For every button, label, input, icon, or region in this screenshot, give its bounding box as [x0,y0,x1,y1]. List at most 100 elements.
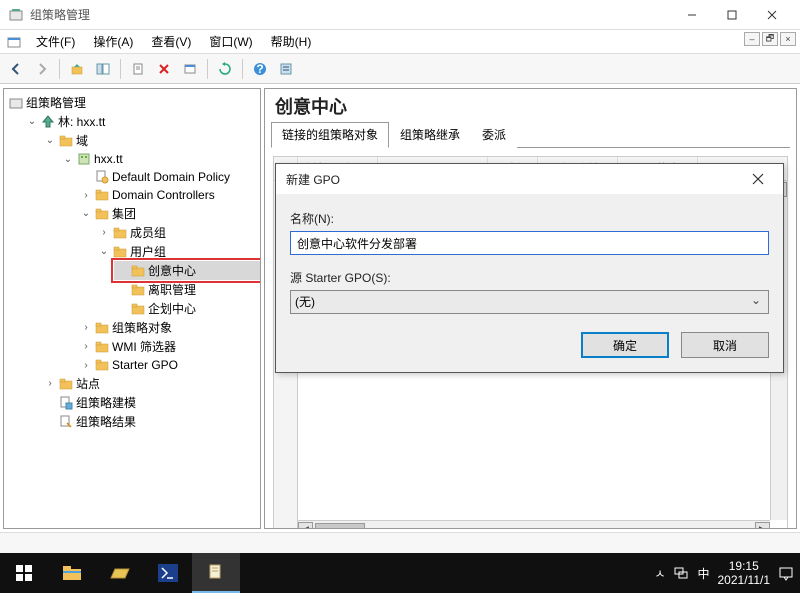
ou-icon [130,282,146,298]
tree-label: 企划中心 [148,300,196,317]
tray-network-icon[interactable] [673,566,689,580]
ou-icon [94,206,110,222]
tree-sites[interactable]: › 站点 [42,374,260,393]
tray-time: 19:15 [718,559,771,573]
forward-button[interactable] [30,57,54,81]
scroll-left-icon[interactable]: ◀ [298,522,313,530]
mdi-minimize-button[interactable]: – [744,32,760,46]
expand-icon[interactable]: › [98,227,110,239]
tree-domain[interactable]: ⌄ hxx.tt [60,150,260,168]
tree-results[interactable]: 组策略结果 [42,412,260,431]
collapse-icon[interactable]: ⌄ [62,153,74,165]
tree-label: 组策略管理 [26,94,86,111]
folder-icon [94,339,110,355]
ou-icon [130,301,146,317]
refresh-button[interactable] [213,57,237,81]
tree-members-ou[interactable]: › 成员组 [96,223,260,242]
mmc-icon [6,34,22,50]
console-tree[interactable]: 组策略管理 ⌄ 林: hxx.tt ⌄ 域 ⌄ [3,88,261,529]
statusbar [0,532,800,553]
tray-ime[interactable]: 中 [697,565,709,582]
menu-window[interactable]: 窗口(W) [201,30,260,53]
tree-ddp[interactable]: Default Domain Policy [78,168,260,186]
menu-file[interactable]: 文件(F) [28,30,83,53]
tree-forest[interactable]: ⌄ 林: hxx.tt [24,112,260,131]
tree-wmi[interactable]: › WMI 筛选器 [78,337,260,356]
collapse-icon[interactable]: ⌄ [44,135,56,147]
new-window-button[interactable] [178,57,202,81]
properties-button[interactable] [126,57,150,81]
expand-icon[interactable]: › [80,341,92,353]
tree-creative-center[interactable]: 创意中心 [114,261,260,280]
expand-icon[interactable]: › [44,378,56,390]
dialog-title: 新建 GPO [286,171,340,188]
expand-icon[interactable]: › [80,189,92,201]
show-hide-tree-button[interactable] [91,57,115,81]
task-powershell[interactable] [144,553,192,593]
mdi-restore-button[interactable]: 🗗 [762,32,778,46]
maximize-button[interactable] [712,1,752,29]
cancel-button[interactable]: 取消 [681,332,769,358]
horizontal-scrollbar[interactable]: ◀ ▶ [298,520,770,529]
tabstrip: 链接的组策略对象 组策略继承 委派 [271,121,790,148]
gpm-icon [8,95,24,111]
delete-button[interactable] [152,57,176,81]
tree-domains[interactable]: ⌄ 域 [42,131,260,150]
menu-view[interactable]: 查看(V) [143,30,199,53]
scroll-thumb[interactable] [315,523,365,530]
tree-dc[interactable]: › Domain Controllers [78,186,260,204]
tree-starter-gpo[interactable]: › Starter GPO [78,356,260,374]
modeling-icon [58,395,74,411]
up-button[interactable] [65,57,89,81]
scroll-right-icon[interactable]: ▶ [755,522,770,530]
back-button[interactable] [4,57,28,81]
tray-date: 2021/11/1 [718,573,771,587]
task-gpmc[interactable] [192,553,240,593]
tab-inheritance[interactable]: 组策略继承 [389,122,471,148]
tree-label: 林: hxx.tt [58,113,105,130]
tab-linked-gpos[interactable]: 链接的组策略对象 [271,122,389,148]
expand-icon[interactable]: › [80,322,92,334]
tray-up-icon[interactable]: ㅅ [654,565,665,582]
tree-label: 创意中心 [148,262,196,279]
tree-ent-center[interactable]: 企划中心 [114,299,260,318]
tree-label: 域 [76,132,88,149]
tree-root[interactable]: 组策略管理 [6,93,260,112]
menu-action[interactable]: 操作(A) [85,30,141,53]
tray-notifications-icon[interactable] [778,565,794,581]
minimize-button[interactable] [672,1,712,29]
tree-leave-mgmt[interactable]: 离职管理 [114,280,260,299]
gpo-link-icon [94,169,110,185]
collapse-icon[interactable]: ⌄ [26,116,38,128]
mdi-close-button[interactable]: × [780,32,796,46]
tree-label: 站点 [76,375,100,392]
tree-gpo-objects[interactable]: › 组策略对象 [78,318,260,337]
window-title: 组策略管理 [30,6,672,23]
ok-button[interactable]: 确定 [581,332,669,358]
tree-label: 组策略结果 [76,413,136,430]
svg-text:?: ? [256,62,263,76]
tray-clock[interactable]: 19:15 2021/11/1 [718,559,771,588]
dialog-close-button[interactable] [743,167,773,191]
menu-help[interactable]: 帮助(H) [263,30,320,53]
source-starter-gpo-select[interactable]: (无) [290,290,769,314]
tab-delegation[interactable]: 委派 [471,122,517,148]
expand-icon[interactable]: › [80,359,92,371]
task-folder[interactable] [96,553,144,593]
help-button[interactable]: ? [248,57,272,81]
tree-label: 集团 [112,205,136,222]
tree-users-ou[interactable]: ⌄ 用户组 [96,242,260,261]
tree-group-ou[interactable]: ⌄ 集团 [78,204,260,223]
new-gpo-dialog: 新建 GPO 名称(N): 源 Starter GPO(S): (无) 确定 取… [275,163,784,373]
task-explorer[interactable] [48,553,96,593]
collapse-icon[interactable]: ⌄ [98,246,110,258]
collapse-icon[interactable]: ⌄ [80,208,92,220]
options-button[interactable] [274,57,298,81]
tree-modeling[interactable]: 组策略建模 [42,393,260,412]
gpo-name-input[interactable] [290,231,769,255]
taskbar: ㅅ 中 19:15 2021/11/1 [0,553,800,593]
toolbar: ? [0,54,800,84]
close-button[interactable] [752,1,792,29]
results-icon [58,414,74,430]
start-button[interactable] [0,553,48,593]
